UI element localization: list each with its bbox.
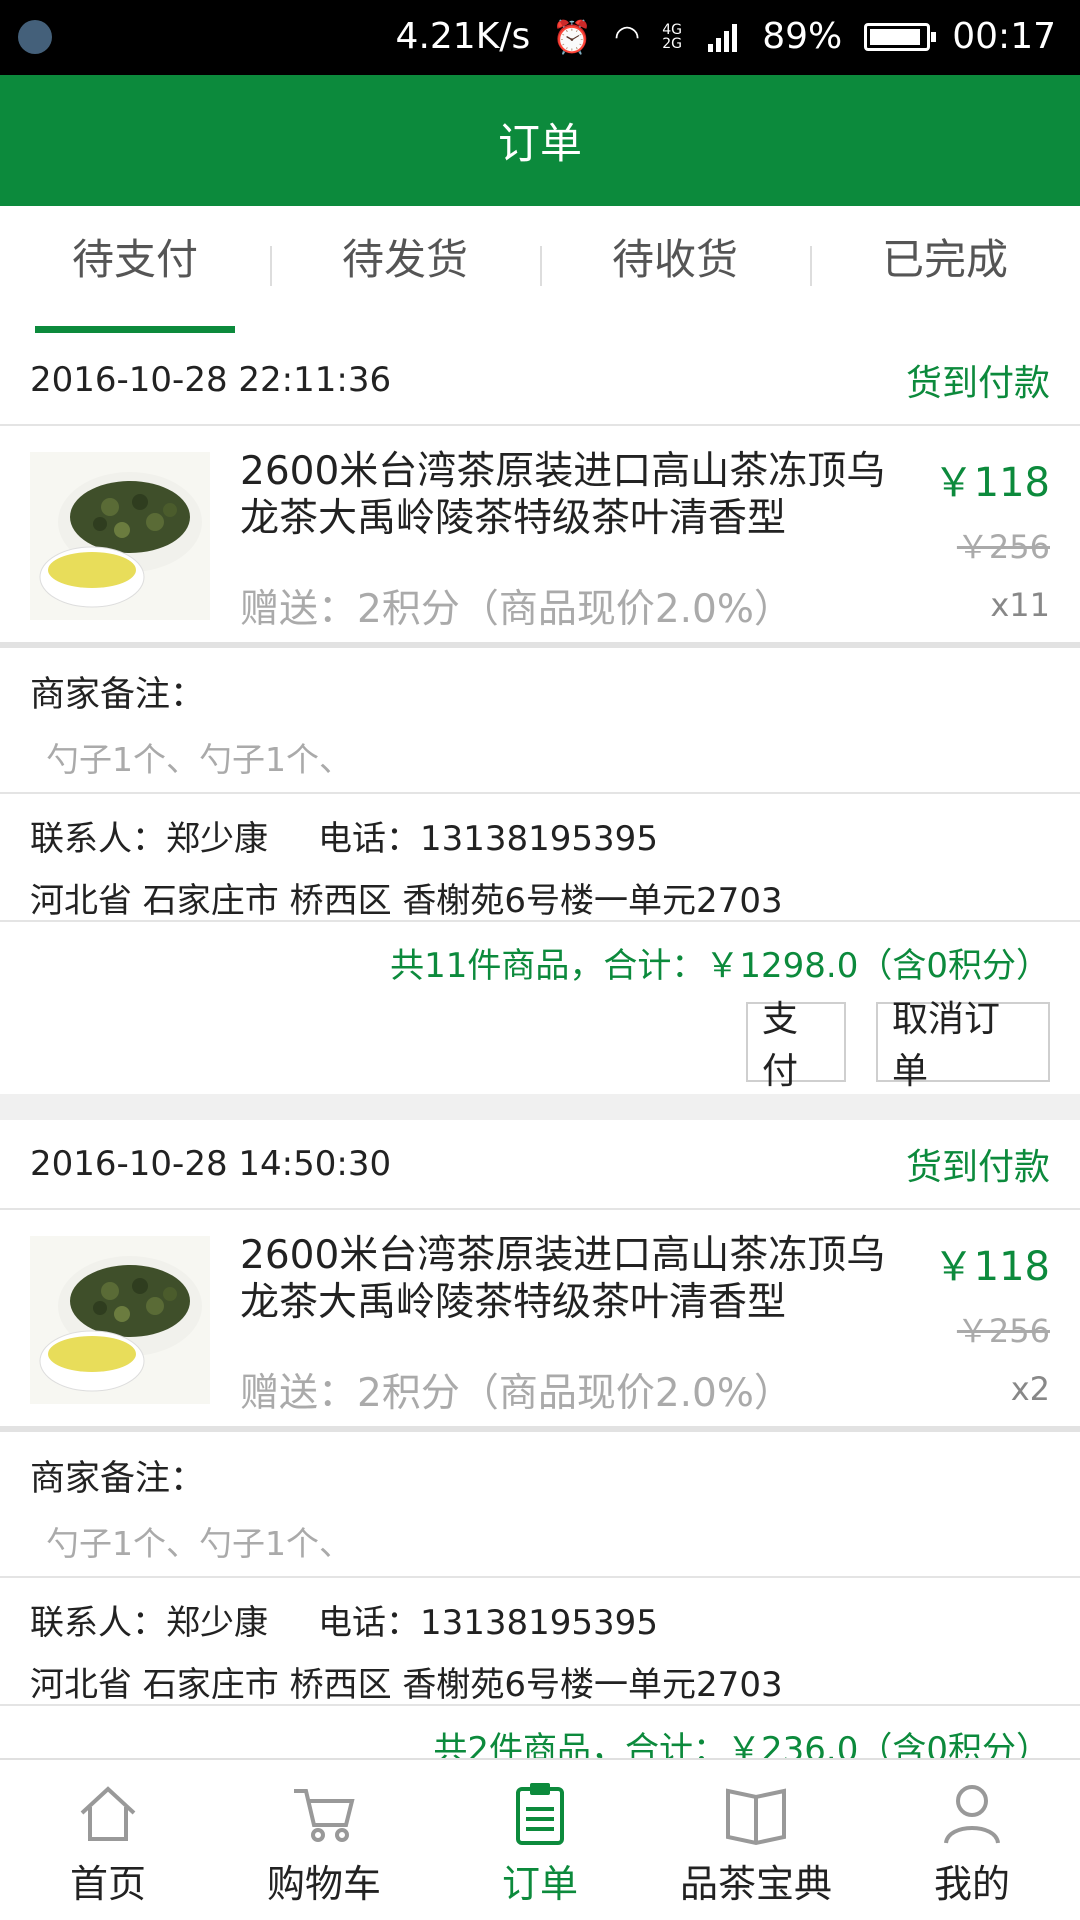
- contact-name: 联系人：郑少康: [30, 819, 268, 859]
- payment-type: 货到付款: [905, 1147, 1050, 1188]
- contact-name: 联系人：郑少康: [30, 1603, 268, 1643]
- page-title: 订单: [497, 119, 582, 168]
- clipboard-icon: [516, 1783, 564, 1845]
- nav-label: 首页: [69, 1862, 146, 1906]
- product-bonus: 赠送：2积分（商品现价2.0%）: [240, 587, 793, 632]
- cart-icon: [294, 1789, 355, 1842]
- clock: 00:17: [952, 16, 1056, 57]
- product-quantity: x2: [1010, 1370, 1050, 1408]
- contact-info: 联系人：郑少康 电话：13138195395 河北省 石家庄市 桥西区 香榭苑6号…: [0, 1578, 1080, 1706]
- order-actions: 支付 取消订单: [0, 999, 1080, 1094]
- alarm-icon: ⏰: [552, 17, 593, 56]
- tab-pending-shipment[interactable]: 待发货: [270, 206, 540, 336]
- contact-info: 联系人：郑少康 电话：13138195395 河北省 石家庄市 桥西区 香榭苑6号…: [0, 794, 1080, 922]
- nav-mine[interactable]: 我的: [864, 1760, 1080, 1920]
- nav-label: 购物车: [266, 1862, 381, 1906]
- order-card: 2016-10-28 14:50:30 货到付款 2600米台湾茶原装进口高山茶…: [0, 1120, 1080, 1758]
- remark-text: 勺子1个、勺子1个、: [46, 740, 352, 779]
- product-row[interactable]: 2600米台湾茶原装进口高山茶冻顶乌龙茶大禹岭陵茶特级茶叶清香型 赠送：2积分（…: [0, 426, 1080, 648]
- order-separator: [0, 1094, 1080, 1120]
- app-bar: 订单: [0, 75, 1080, 206]
- tab-completed[interactable]: 已完成: [810, 206, 1080, 336]
- nav-tea-guide[interactable]: 品茶宝典: [648, 1760, 864, 1920]
- contact-phone: 电话：13138195395: [318, 1603, 658, 1643]
- nav-label: 订单: [501, 1862, 578, 1906]
- product-name: 2600米台湾茶原装进口高山茶冻顶乌龙茶大禹岭陵茶特级茶叶清香型: [240, 1233, 886, 1325]
- nav-home[interactable]: 首页: [0, 1760, 216, 1920]
- cancel-order-button[interactable]: 取消订单: [876, 999, 1050, 1092]
- nav-orders[interactable]: 订单: [432, 1760, 648, 1920]
- network-speed: 4.21K/s: [395, 16, 531, 57]
- product-price: ￥118: [933, 1244, 1050, 1290]
- nav-cart[interactable]: 购物车: [216, 1760, 432, 1920]
- product-original-price: ￥256: [956, 528, 1050, 566]
- network-type: 4G 2G: [662, 21, 682, 52]
- product-quantity: x11: [990, 586, 1050, 624]
- order-header: 2016-10-28 14:50:30 货到付款: [0, 1120, 1080, 1210]
- merchant-remark: 商家备注： 勺子1个、勺子1个、: [0, 648, 1080, 794]
- remark-text: 勺子1个、勺子1个、: [46, 1524, 352, 1563]
- product-original-price: ￥256: [956, 1312, 1050, 1350]
- nav-label: 我的: [933, 1862, 1010, 1906]
- order-datetime: 2016-10-28 22:11:36: [30, 360, 392, 400]
- battery-icon: [864, 22, 937, 51]
- order-header: 2016-10-28 22:11:36 货到付款: [0, 336, 1080, 426]
- battery-percent: 89%: [762, 16, 843, 57]
- status-bar: 4.21K/s ⏰ ◠ 4G 2G 89% 00:17: [0, 0, 1080, 75]
- signal-icon: [708, 22, 740, 52]
- product-price: ￥118: [933, 460, 1050, 506]
- wifi-icon: ◠: [614, 19, 641, 54]
- order-tabs: 待支付 待发货 待收货 已完成: [0, 206, 1080, 336]
- contact-phone: 电话：13138195395: [318, 819, 658, 859]
- product-image: [30, 1236, 210, 1404]
- merchant-remark: 商家备注： 勺子1个、勺子1个、: [0, 1432, 1080, 1578]
- tab-pending-payment[interactable]: 待支付: [0, 206, 270, 336]
- product-image: [30, 452, 210, 620]
- order-datetime: 2016-10-28 14:50:30: [30, 1144, 392, 1184]
- payment-type: 货到付款: [905, 363, 1050, 404]
- tab-pending-receipt[interactable]: 待收货: [540, 206, 810, 336]
- remark-label: 商家备注：: [30, 675, 206, 715]
- bottom-nav: 首页 购物车 订单 品茶宝典 我的: [0, 1758, 1080, 1920]
- home-icon: [80, 1786, 136, 1841]
- product-row[interactable]: 2600米台湾茶原装进口高山茶冻顶乌龙茶大禹岭陵茶特级茶叶清香型 赠送：2积分（…: [0, 1210, 1080, 1432]
- active-tab-indicator: [35, 326, 235, 333]
- nav-label: 品茶宝典: [679, 1862, 832, 1906]
- remark-label: 商家备注：: [30, 1459, 206, 1499]
- product-name: 2600米台湾茶原装进口高山茶冻顶乌龙茶大禹岭陵茶特级茶叶清香型: [240, 449, 886, 541]
- user-icon: [944, 1785, 1000, 1844]
- order-card: 2016-10-28 22:11:36 货到付款 2600米台湾茶原装进口高山茶…: [0, 336, 1080, 1094]
- book-icon: [726, 1788, 786, 1846]
- order-list[interactable]: 2016-10-28 22:11:36 货到付款 2600米台湾茶原装进口高山茶…: [0, 336, 1080, 1758]
- pay-button[interactable]: 支付: [746, 999, 846, 1092]
- product-bonus: 赠送：2积分（商品现价2.0%）: [240, 1371, 793, 1416]
- notification-icon: [18, 20, 52, 54]
